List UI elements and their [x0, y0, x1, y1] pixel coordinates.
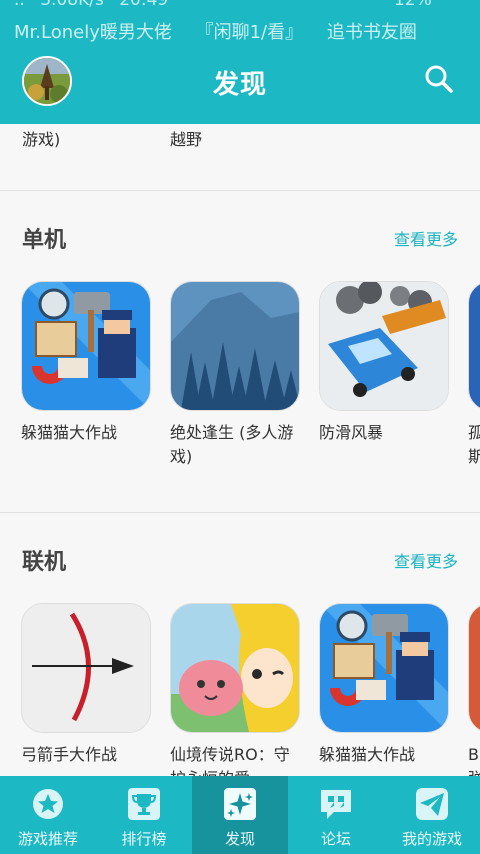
status-indicators: .. 3.08K/s 20:49 12%	[14, 0, 432, 10]
app-card[interactable]: 孤斯	[468, 281, 480, 469]
app-name: 绝处逢生 (多人游戏)	[170, 423, 294, 466]
view-more-link[interactable]: 查看更多	[394, 226, 458, 250]
quote-chat-icon	[321, 790, 351, 819]
sparkle-icon	[224, 788, 256, 820]
notification-text: Mr.Lonely暖男大佬	[14, 22, 172, 42]
app-card[interactable]: 仙境传说RO：守护永恒的爱	[170, 603, 300, 776]
tab-label: 发现	[224, 830, 255, 848]
app-card[interactable]: 弓箭手大作战	[21, 603, 151, 767]
app-icon	[319, 281, 449, 411]
search-icon[interactable]	[424, 64, 454, 94]
app-card[interactable]: 绝处逢生 (多人游戏)	[170, 281, 300, 469]
battery-level: 12%	[394, 0, 432, 10]
app-name[interactable]: 游戏)	[22, 126, 60, 150]
app-name: B弹	[468, 745, 480, 776]
app-icon	[21, 603, 151, 733]
star-badge-icon	[33, 789, 63, 819]
app-name: 躲猫猫大作战	[21, 423, 118, 442]
divider	[0, 190, 480, 191]
tab-forum[interactable]: 论坛	[288, 776, 384, 854]
app-name[interactable]: 越野	[170, 126, 202, 150]
signal-indicator: ..	[14, 0, 25, 10]
paper-plane-icon	[416, 788, 448, 820]
app-icon	[170, 603, 300, 733]
app-name: 防滑风暴	[319, 423, 384, 442]
tab-game-recommend[interactable]: 游戏推荐	[0, 776, 96, 854]
app-icon	[319, 603, 449, 733]
notification-ticker: Mr.Lonely暖男大佬 『闲聊1/看』 追书书友圈	[14, 18, 435, 42]
app-name: 弓箭手大作战	[21, 745, 118, 764]
notification-text: 『闲聊1/看』	[195, 22, 304, 42]
app-icon	[468, 281, 480, 411]
tab-my-games[interactable]: 我的游戏	[384, 776, 480, 854]
divider	[0, 512, 480, 513]
status-bar: .. 3.08K/s 20:49 12% Mr.Lonely暖男大佬 『闲聊1/…	[0, 0, 480, 42]
discover-content[interactable]: 游戏) 越野 单机 查看更多 躲猫猫大作战 绝处逢生 (多人游戏) 防滑风暴 孤…	[0, 124, 480, 776]
view-more-link[interactable]: 查看更多	[394, 548, 458, 572]
app-header: 发现	[0, 42, 480, 124]
app-card[interactable]: 躲猫猫大作战	[21, 281, 151, 445]
tab-label: 论坛	[320, 830, 351, 848]
section-title: 联机	[22, 550, 67, 575]
app-name: 孤斯	[468, 423, 480, 466]
app-card[interactable]: 防滑风暴	[319, 281, 449, 445]
app-icon	[21, 281, 151, 411]
section-title: 单机	[22, 228, 67, 253]
page-title: 发现	[212, 70, 267, 100]
clock: 20:49	[119, 0, 169, 10]
tab-ranking[interactable]: 排行榜	[96, 776, 192, 854]
tab-label: 排行榜	[121, 830, 167, 848]
bottom-nav: 游戏推荐 排行榜 发现 论坛 我的游戏	[0, 776, 480, 854]
app-name: 躲猫猫大作战	[319, 745, 416, 764]
app-card[interactable]: 躲猫猫大作战	[319, 603, 449, 767]
trophy-icon	[128, 788, 160, 820]
tab-label: 游戏推荐	[17, 830, 78, 848]
app-name: 仙境传说RO：守护永恒的爱	[170, 745, 290, 776]
app-card[interactable]: B弹	[468, 603, 480, 776]
app-icon	[170, 281, 300, 411]
network-speed: 3.08K/s	[40, 0, 104, 10]
notification-text: 追书书友圈	[326, 22, 417, 42]
previous-app-row: 游戏) 越野	[0, 124, 480, 190]
tab-discover[interactable]: 发现	[192, 776, 288, 854]
app-icon	[468, 603, 480, 733]
tab-label: 我的游戏	[401, 830, 462, 848]
